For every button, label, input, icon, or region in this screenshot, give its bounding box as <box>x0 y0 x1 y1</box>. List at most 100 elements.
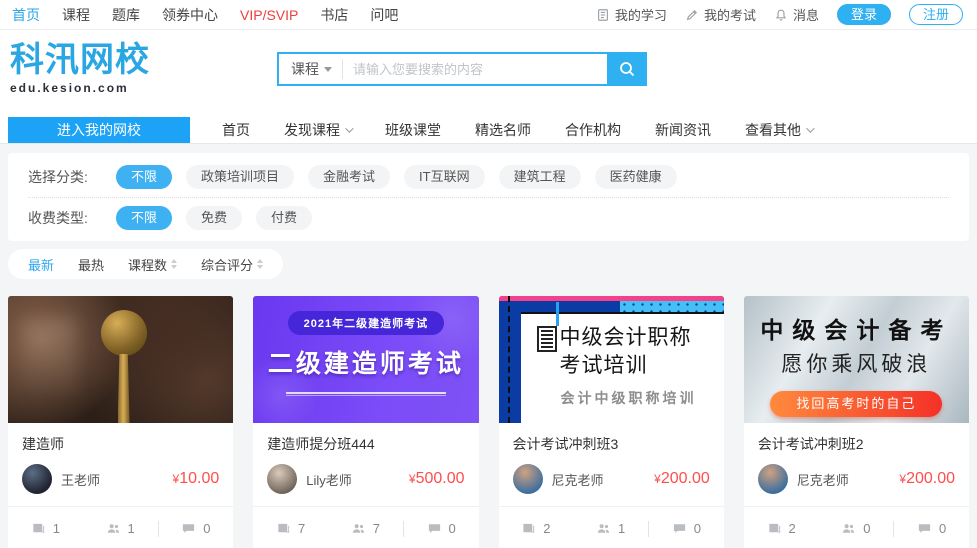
book-icon <box>276 521 291 536</box>
book-icon <box>767 521 782 536</box>
document-icon <box>596 8 610 22</box>
category-option-policy-training[interactable]: 政策培训项目 <box>186 165 294 189</box>
filter-row-fee-type: 收费类型: 不限 免费 付费 <box>28 197 949 237</box>
banner-subtitle: 会计中级职称培训 <box>561 388 724 408</box>
nav-item-partners[interactable]: 合作机构 <box>565 120 621 140</box>
banner-slogan-pill: 找回高考时的自己 <box>770 391 942 417</box>
teacher-name[interactable]: 王老师 <box>61 470 173 489</box>
course-stats: 7 7 0 <box>253 506 478 548</box>
course-stats: 1 1 0 <box>8 506 233 548</box>
teacher-row: 王老师 ¥10.00 <box>8 458 233 506</box>
course-cover-builder-exam[interactable]: 2021年二级建造师考试 二级建造师考试 <box>253 296 478 423</box>
category-option-construction[interactable]: 建筑工程 <box>499 165 581 189</box>
sort-course-count[interactable]: 课程数 <box>128 255 177 274</box>
course-cover-accounting-title[interactable]: 中级会计职称 考试培训 会计中级职称培训 <box>499 296 724 423</box>
document-lines-icon <box>537 326 557 352</box>
banner-tag: 2021年二级建造师考试 <box>288 311 444 335</box>
course-card-grid: 建造师 王老师 ¥10.00 1 1 0 2021年二级建造师考试 二级建造师考… <box>8 296 969 548</box>
comment-count: 0 <box>404 521 479 536</box>
teacher-avatar[interactable] <box>267 464 297 494</box>
course-cover-microphone-photo[interactable] <box>8 296 233 423</box>
nav-item-discover-courses[interactable]: 发现课程 <box>284 120 351 140</box>
site-header: 科汛网校 edu.kesion.com 课程 <box>0 30 977 117</box>
fee-option-free[interactable]: 免费 <box>186 206 242 230</box>
fee-option-unlimited[interactable]: 不限 <box>116 206 172 230</box>
chevron-down-icon <box>345 124 353 132</box>
banner-subtitle: 愿你乘风破浪 <box>744 348 969 378</box>
course-title[interactable]: 会计考试冲刺班3 <box>499 423 724 458</box>
course-stats: 2 1 0 <box>499 506 724 548</box>
filter-panel: 选择分类: 不限 政策培训项目 金融考试 IT互联网 建筑工程 医药健康 收费类… <box>8 153 969 241</box>
topbar-link-question-bank[interactable]: 题库 <box>112 5 140 25</box>
topbar-link-home[interactable]: 首页 <box>12 5 40 25</box>
topbar-link-courses[interactable]: 课程 <box>62 5 90 25</box>
sort-rating[interactable]: 综合评分 <box>201 255 263 274</box>
course-card[interactable]: 2021年二级建造师考试 二级建造师考试 建造师提分班444 Lily老师 ¥5… <box>253 296 478 548</box>
filter-row-category: 选择分类: 不限 政策培训项目 金融考试 IT互联网 建筑工程 医药健康 <box>28 157 949 197</box>
top-utility-bar: 首页 课程 题库 领券中心 VIP/SVIP 书店 问吧 我的学习 我的考试 消… <box>0 0 977 30</box>
banner-title: 中级会计备考 <box>744 311 969 345</box>
lesson-count: 7 <box>253 521 328 536</box>
topbar-link-bookstore[interactable]: 书店 <box>320 5 348 25</box>
logo-domain: edu.kesion.com <box>10 81 150 95</box>
course-title[interactable]: 会计考试冲刺班2 <box>744 423 969 458</box>
lesson-count: 1 <box>8 521 83 536</box>
enter-my-school-button[interactable]: 进入我的网校 <box>8 117 190 143</box>
teacher-avatar[interactable] <box>513 464 543 494</box>
course-stats: 2 0 0 <box>744 506 969 548</box>
comment-count: 0 <box>649 521 724 536</box>
nav-item-view-more[interactable]: 查看其他 <box>745 120 812 140</box>
search-category-dropdown[interactable]: 课程 <box>279 59 342 79</box>
course-card[interactable]: 中级会计职称 考试培训 会计中级职称培训 会计考试冲刺班3 尼克老师 ¥200.… <box>499 296 724 548</box>
category-option-medical-health[interactable]: 医药健康 <box>595 165 677 189</box>
search-category-label: 课程 <box>291 59 319 79</box>
site-logo[interactable]: 科汛网校 edu.kesion.com <box>10 42 150 95</box>
nav-item-home[interactable]: 首页 <box>222 120 250 140</box>
sort-hottest[interactable]: 最热 <box>78 255 104 274</box>
teacher-name[interactable]: 尼克老师 <box>797 470 900 489</box>
student-count: 1 <box>83 521 158 536</box>
course-title[interactable]: 建造师提分班444 <box>253 423 478 458</box>
topbar-link-vip[interactable]: VIP/SVIP <box>240 7 298 23</box>
teacher-avatar[interactable] <box>758 464 788 494</box>
nav-item-news[interactable]: 新闻资讯 <box>655 120 711 140</box>
category-option-it-internet[interactable]: IT互联网 <box>404 165 485 189</box>
teacher-avatar[interactable] <box>22 464 52 494</box>
student-count: 1 <box>573 521 648 536</box>
teacher-name[interactable]: 尼克老师 <box>552 470 655 489</box>
course-card[interactable]: 建造师 王老师 ¥10.00 1 1 0 <box>8 296 233 548</box>
search-icon <box>618 60 636 78</box>
course-card[interactable]: 中级会计备考 愿你乘风破浪 找回高考时的自己 会计考试冲刺班2 尼克老师 ¥20… <box>744 296 969 548</box>
category-option-unlimited[interactable]: 不限 <box>116 165 172 189</box>
course-price: ¥10.00 <box>173 470 220 488</box>
register-button[interactable]: 注册 <box>909 4 963 25</box>
pencil-icon <box>685 8 699 22</box>
message-label: 消息 <box>793 5 819 24</box>
login-button[interactable]: 登录 <box>837 4 891 25</box>
comment-icon <box>181 521 196 536</box>
search-input[interactable] <box>343 62 607 77</box>
fee-option-paid[interactable]: 付费 <box>256 206 312 230</box>
my-exam-link[interactable]: 我的考试 <box>685 5 756 24</box>
sort-newest[interactable]: 最新 <box>28 255 54 274</box>
nav-item-famous-teachers[interactable]: 精选名师 <box>475 120 531 140</box>
nav-links: 首页 发现课程 班级课堂 精选名师 合作机构 新闻资讯 查看其他 <box>222 117 812 143</box>
nav-item-class-room[interactable]: 班级课堂 <box>385 120 441 140</box>
bell-icon <box>774 8 788 22</box>
topbar-link-qa[interactable]: 问吧 <box>370 5 398 25</box>
microphone-graphic <box>101 310 147 356</box>
my-study-link[interactable]: 我的学习 <box>596 5 667 24</box>
comment-icon <box>427 521 442 536</box>
course-cover-accounting-prep[interactable]: 中级会计备考 愿你乘风破浪 找回高考时的自己 <box>744 296 969 423</box>
sort-bar: 最新 最热 课程数 综合评分 <box>8 249 283 279</box>
logo-title: 科汛网校 <box>10 42 150 78</box>
course-title[interactable]: 建造师 <box>8 423 233 458</box>
main-nav: 进入我的网校 首页 发现课程 班级课堂 精选名师 合作机构 新闻资讯 查看其他 <box>0 117 977 144</box>
search-button[interactable] <box>607 52 647 86</box>
category-option-finance-exam[interactable]: 金融考试 <box>308 165 390 189</box>
teacher-name[interactable]: Lily老师 <box>306 470 409 489</box>
chevron-down-icon <box>806 124 814 132</box>
topbar-link-coupons[interactable]: 领券中心 <box>162 5 218 25</box>
topbar-user-area: 我的学习 我的考试 消息 登录 注册 <box>596 4 963 25</box>
message-link[interactable]: 消息 <box>774 5 819 24</box>
